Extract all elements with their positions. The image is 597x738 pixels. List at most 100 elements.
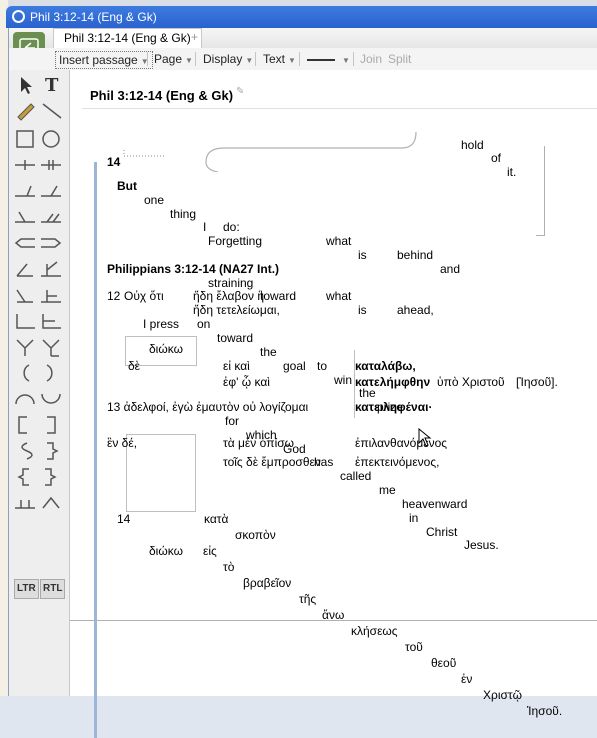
corner-branch-icon[interactable] — [39, 310, 65, 332]
forked-line-icon[interactable] — [39, 206, 65, 228]
document-canvas[interactable]: Phil 3:12-14 (Eng & Gk) ✎ hold of it. 14… — [70, 70, 597, 738]
word-it[interactable]: it. — [507, 165, 516, 179]
page-menu[interactable]: Page ▼ — [154, 51, 193, 67]
t-connector-icon[interactable] — [13, 492, 39, 514]
greek-kateilefenai[interactable]: κατειληφέναι· — [355, 400, 432, 414]
curly-brace-icon[interactable] — [39, 440, 65, 462]
greek-epekt[interactable]: ἐπεκτεινόμενος, — [355, 455, 439, 469]
greek-brabeion[interactable]: βραβεῖον — [243, 576, 291, 590]
word-of[interactable]: of — [491, 151, 501, 165]
word-toward[interactable]: toward — [260, 289, 296, 303]
word-toward-2[interactable]: toward — [217, 331, 253, 345]
greek-christo[interactable]: Χριστῷ — [483, 688, 522, 702]
word-forgetting[interactable]: Forgetting — [208, 234, 262, 248]
step-line-icon[interactable] — [39, 284, 65, 306]
greek-diokw-2[interactable]: διώκω — [149, 544, 183, 558]
greek-tou[interactable]: τοῦ — [405, 640, 423, 654]
chevron-down-icon[interactable]: ▼ — [342, 56, 350, 65]
corner-line-icon[interactable] — [13, 310, 39, 332]
greek-to[interactable]: τὸ — [223, 560, 234, 574]
join-button[interactable]: Join — [360, 51, 382, 67]
arc-left-icon[interactable] — [13, 362, 39, 384]
word-ahead[interactable]: ahead, — [397, 303, 434, 317]
greek-iesou-2[interactable]: Ἰησοῦ. — [527, 704, 562, 718]
greek-ouch[interactable]: Οὐχ ὅτι — [124, 289, 164, 303]
greek-epilanth[interactable]: ἐπιλανθανόμενος — [355, 436, 447, 450]
word-in[interactable]: in — [409, 511, 418, 525]
split-button[interactable]: Split — [388, 51, 411, 67]
word-thing[interactable]: thing — [170, 207, 196, 221]
word-is[interactable]: is — [358, 248, 367, 262]
line-icon[interactable] — [39, 100, 65, 122]
line-style-selector[interactable] — [307, 59, 335, 61]
greek-diokw[interactable]: διώκω — [149, 342, 183, 356]
greek-verse-13[interactable]: 13 ἀδελφοί, ἐγὼ ἐμαυτὸν οὐ λογίζομαι — [107, 400, 308, 414]
diagonal-up-icon[interactable] — [13, 258, 39, 280]
word-straining[interactable]: straining — [208, 276, 253, 290]
tab-phil[interactable]: Phil 3:12-14 (Eng & Gk) — [53, 28, 202, 49]
word-on[interactable]: on — [197, 317, 210, 331]
word-but[interactable]: But — [117, 179, 137, 193]
brace-left-icon[interactable] — [13, 466, 39, 488]
greek-hen-de[interactable]: ἓν δέ, — [107, 436, 137, 450]
word-christ[interactable]: Christ — [426, 525, 457, 539]
word-win[interactable]: win — [334, 373, 352, 387]
greek-verse-12[interactable]: 12 — [107, 289, 120, 303]
greek-kata[interactable]: κατὰ — [204, 512, 228, 526]
display-menu[interactable]: Display ▼ — [203, 51, 253, 67]
caret-up-icon[interactable] — [39, 492, 65, 514]
text-tool-icon[interactable]: T — [39, 74, 65, 96]
diagonal-split-icon[interactable] — [39, 258, 65, 280]
text-menu[interactable]: Text ▼ — [263, 51, 296, 67]
bracket-right-icon[interactable] — [39, 414, 65, 436]
arc-right-icon[interactable] — [39, 362, 65, 384]
slash-line-alt-icon[interactable] — [39, 180, 65, 202]
greek-katelemfthen[interactable]: κατελήμφθην — [355, 375, 430, 389]
window-titlebar[interactable]: Phil 3:12-14 (Eng & Gk) — [6, 6, 597, 28]
greek-verse-14[interactable]: 14 — [117, 512, 130, 526]
rectangle-icon[interactable] — [13, 128, 39, 150]
greek-eis[interactable]: εἰς — [203, 544, 217, 558]
word-i[interactable]: I — [203, 220, 206, 234]
diagonal-down-icon[interactable] — [13, 284, 39, 306]
double-tick-line-icon[interactable] — [39, 154, 65, 176]
rtl-button[interactable]: RTL — [40, 579, 66, 599]
word-what[interactable]: what — [326, 234, 351, 248]
word-do[interactable]: do: — [223, 220, 240, 234]
arrow-right-icon[interactable] — [39, 232, 65, 254]
add-tab-button[interactable]: + — [191, 30, 198, 44]
word-i-press[interactable]: I press — [143, 317, 179, 331]
word-jesus[interactable]: Jesus. — [464, 538, 499, 552]
word-one[interactable]: one — [144, 193, 164, 207]
greek-ede-elabon[interactable]: ἤδη ἔλαβον ἢ — [193, 289, 264, 303]
word-hold[interactable]: hold — [461, 138, 484, 152]
circle-icon[interactable] — [39, 128, 65, 150]
word-is-2[interactable]: is — [358, 303, 367, 317]
word-what-2[interactable]: what — [326, 289, 351, 303]
word-called[interactable]: called — [340, 469, 371, 483]
word-to[interactable]: to — [317, 359, 327, 373]
backslash-line-icon[interactable] — [13, 206, 39, 228]
greek-tes[interactable]: τῆς — [299, 592, 316, 606]
arrow-left-icon[interactable] — [13, 232, 39, 254]
word-heavenward[interactable]: heavenward — [402, 497, 467, 511]
greek-tois-de[interactable]: τοῖς δὲ ἔμπροσθεν — [223, 455, 321, 469]
slash-line-icon[interactable] — [13, 180, 39, 202]
greek-en[interactable]: ἐν — [461, 672, 472, 686]
word-goal[interactable]: goal — [283, 359, 306, 373]
pencil-icon[interactable] — [13, 100, 39, 122]
word-the[interactable]: the — [260, 345, 277, 359]
verse-number-14[interactable]: 14 — [107, 155, 120, 169]
bracket-left-icon[interactable] — [13, 414, 39, 436]
brace-right-icon[interactable] — [39, 466, 65, 488]
greek-kleseos[interactable]: κλήσεως — [351, 624, 398, 638]
greek-ta-men[interactable]: τὰ μὲν ὀπίσω — [223, 436, 294, 450]
word-behind[interactable]: behind — [397, 248, 433, 262]
select-arrow-icon[interactable] — [13, 74, 39, 96]
word-for[interactable]: for — [225, 414, 239, 428]
greek-ei-kai[interactable]: εἰ καὶ — [223, 359, 250, 373]
word-and[interactable]: and — [440, 262, 460, 276]
greek-katalabw[interactable]: καταλάβω, — [355, 359, 416, 373]
greek-skopon[interactable]: σκοπὸν — [235, 528, 276, 542]
y-split-icon[interactable] — [13, 336, 39, 358]
